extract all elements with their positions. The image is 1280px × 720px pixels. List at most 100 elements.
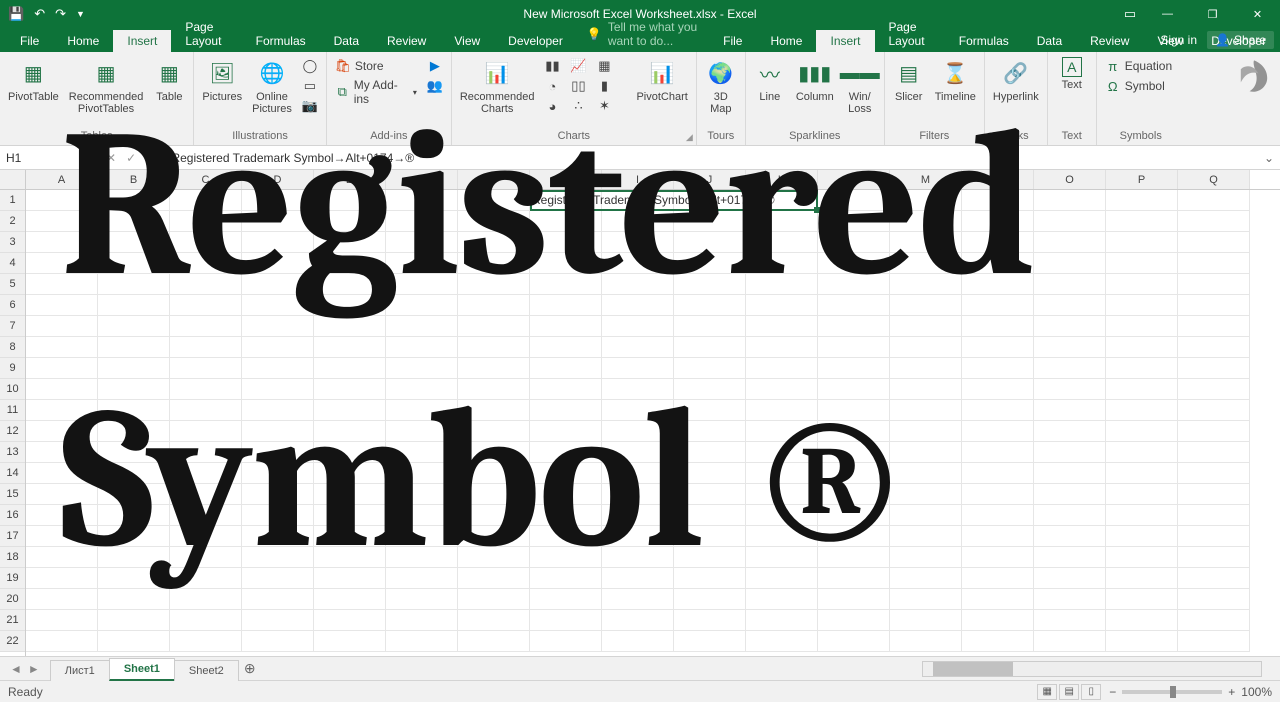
cell[interactable]	[890, 232, 962, 253]
cell[interactable]	[458, 400, 530, 421]
cell[interactable]	[26, 568, 98, 589]
cell[interactable]	[962, 379, 1034, 400]
cell[interactable]	[818, 337, 890, 358]
stat-chart-button[interactable]: ▯▯	[568, 77, 588, 95]
cell[interactable]	[26, 526, 98, 547]
cell[interactable]	[1034, 421, 1106, 442]
cell[interactable]	[818, 253, 890, 274]
cell[interactable]	[1034, 442, 1106, 463]
column-chart-button[interactable]: ▮▮	[542, 57, 562, 75]
cell[interactable]	[746, 421, 818, 442]
cell[interactable]	[1034, 253, 1106, 274]
cell[interactable]	[26, 484, 98, 505]
cell[interactable]	[1034, 568, 1106, 589]
cell[interactable]	[1034, 589, 1106, 610]
cell[interactable]	[98, 547, 170, 568]
cell[interactable]	[962, 253, 1034, 274]
column-header[interactable]: O	[1034, 170, 1106, 189]
cell[interactable]	[170, 610, 242, 631]
cell[interactable]	[1106, 547, 1178, 568]
cell[interactable]	[458, 526, 530, 547]
cell[interactable]	[386, 379, 458, 400]
cell[interactable]	[674, 379, 746, 400]
cell[interactable]	[314, 232, 386, 253]
cell[interactable]	[818, 463, 890, 484]
cell[interactable]	[1178, 358, 1250, 379]
cell[interactable]	[314, 568, 386, 589]
cell[interactable]	[98, 379, 170, 400]
zoom-level[interactable]: 100%	[1241, 685, 1272, 699]
cell[interactable]	[962, 526, 1034, 547]
cell[interactable]	[170, 190, 242, 211]
cell[interactable]	[98, 589, 170, 610]
cell[interactable]	[1034, 232, 1106, 253]
page-break-view-button[interactable]: ▯	[1081, 684, 1101, 700]
share-button[interactable]: 👤 Share	[1207, 31, 1274, 49]
cell[interactable]	[242, 568, 314, 589]
cell[interactable]	[98, 400, 170, 421]
cell[interactable]	[1178, 463, 1250, 484]
cell[interactable]	[170, 463, 242, 484]
cell[interactable]	[314, 484, 386, 505]
symbol-button[interactable]: ΩSymbol	[1103, 77, 1179, 95]
cell[interactable]	[26, 232, 98, 253]
cell[interactable]	[530, 316, 602, 337]
cell[interactable]	[674, 568, 746, 589]
cell[interactable]	[1178, 253, 1250, 274]
cell[interactable]	[674, 463, 746, 484]
cell[interactable]	[530, 337, 602, 358]
cell[interactable]	[242, 589, 314, 610]
cell[interactable]	[1106, 463, 1178, 484]
cell[interactable]	[1034, 337, 1106, 358]
cell[interactable]	[1106, 589, 1178, 610]
cell[interactable]	[1106, 505, 1178, 526]
cell[interactable]	[674, 211, 746, 232]
cell[interactable]	[458, 442, 530, 463]
cell[interactable]	[242, 274, 314, 295]
fx-icon[interactable]: fx	[146, 151, 155, 165]
cell[interactable]	[242, 337, 314, 358]
cell[interactable]	[890, 631, 962, 652]
cell[interactable]	[530, 358, 602, 379]
cell[interactable]	[746, 253, 818, 274]
cell[interactable]	[26, 379, 98, 400]
cell[interactable]	[386, 442, 458, 463]
worksheet-grid[interactable]: 12345678910111213141516171819202122 ABCD…	[0, 170, 1280, 656]
cell[interactable]	[1106, 526, 1178, 547]
column-header[interactable]: G	[458, 170, 530, 189]
cell[interactable]	[746, 442, 818, 463]
cell[interactable]	[1034, 526, 1106, 547]
cell[interactable]	[674, 526, 746, 547]
cell[interactable]	[818, 610, 890, 631]
cell[interactable]	[170, 442, 242, 463]
column-header[interactable]: Q	[1178, 170, 1250, 189]
cell[interactable]	[674, 337, 746, 358]
smartart-button[interactable]: ▭	[300, 77, 320, 95]
cell[interactable]	[530, 274, 602, 295]
cell[interactable]	[818, 631, 890, 652]
column-header[interactable]: N	[962, 170, 1034, 189]
column-header[interactable]: C	[170, 170, 242, 189]
cell[interactable]	[1178, 316, 1250, 337]
cell[interactable]	[890, 358, 962, 379]
prev-sheet-button[interactable]: ◄	[10, 662, 22, 676]
sheet-tab[interactable]: Sheet1	[109, 658, 175, 681]
cell[interactable]	[242, 421, 314, 442]
cell[interactable]	[1106, 442, 1178, 463]
enter-formula-icon[interactable]: ✓	[126, 151, 136, 165]
cell[interactable]	[314, 421, 386, 442]
cell[interactable]	[458, 316, 530, 337]
cell[interactable]	[602, 295, 674, 316]
column-header[interactable]: E	[314, 170, 386, 189]
cell[interactable]	[242, 190, 314, 211]
cell[interactable]	[314, 400, 386, 421]
cell[interactable]	[890, 400, 962, 421]
cell[interactable]	[386, 295, 458, 316]
cell[interactable]	[1106, 295, 1178, 316]
text-button[interactable]: AText	[1052, 55, 1092, 93]
cell[interactable]	[170, 484, 242, 505]
sparkline-column-button[interactable]: ▮▮▮Column	[792, 55, 838, 105]
cell[interactable]	[98, 190, 170, 211]
tab-insert[interactable]: Insert	[113, 30, 171, 52]
cell[interactable]	[242, 463, 314, 484]
